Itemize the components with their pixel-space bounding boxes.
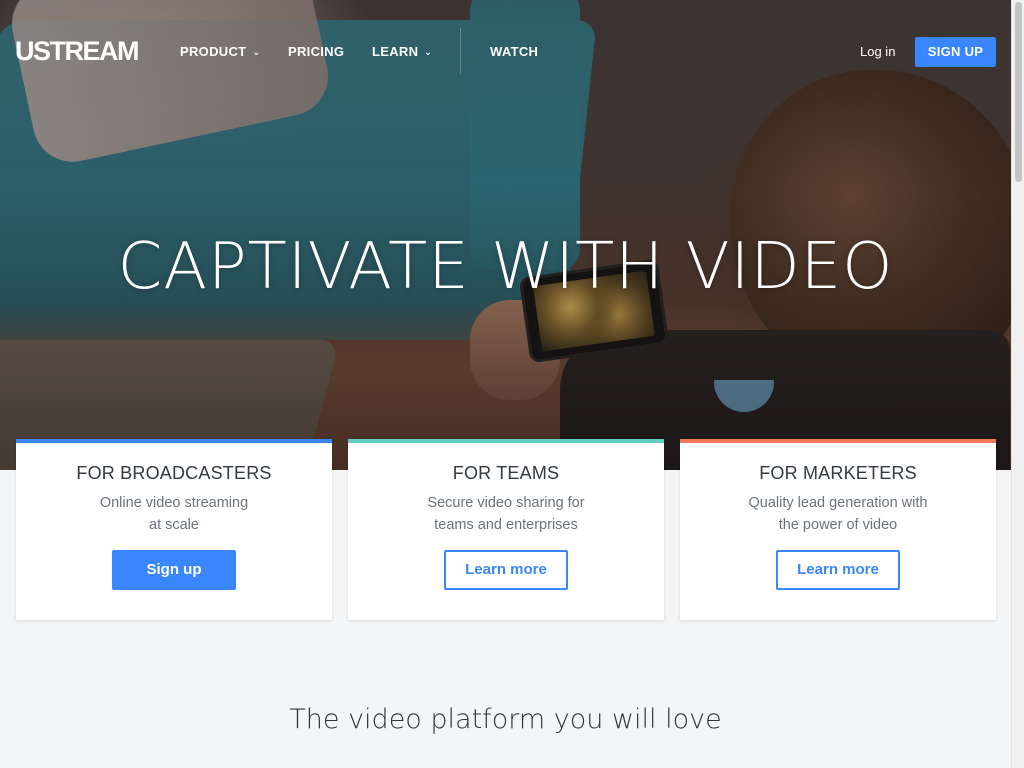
section-title: The video platform you will love [289, 704, 722, 735]
card-broadcasters: FOR BROADCASTERS Online video streaming … [16, 439, 332, 620]
card-description: Secure video sharing for teams and enter… [368, 492, 644, 536]
card-description-line: teams and enterprises [434, 517, 578, 533]
card-description-line: Quality lead generation with [748, 495, 928, 511]
nav-item-product-label: PRODUCT [180, 44, 247, 59]
nav-item-pricing[interactable]: PRICING [288, 44, 344, 60]
card-marketers: FOR MARKETERS Quality lead generation wi… [680, 439, 996, 620]
card-accent-bar [16, 439, 332, 443]
nav-item-pricing-label: PRICING [288, 44, 345, 59]
card-accent-bar [680, 439, 996, 443]
ustream-logo[interactable]: USTREAM [15, 37, 140, 65]
chevron-down-icon: ⌄ [424, 47, 433, 57]
login-link[interactable]: Log in [860, 44, 895, 60]
nav-item-learn-label: LEARN [372, 44, 419, 59]
nav-item-watch-label: WATCH [490, 44, 539, 59]
card-description-line: the power of video [778, 517, 898, 533]
marketers-learn-more-button[interactable]: Learn more [776, 550, 900, 590]
card-title: FOR MARKETERS [759, 463, 917, 483]
card-teams: FOR TEAMS Secure video sharing for teams… [348, 439, 664, 620]
hero-headline: CAPTIVATE WITH VIDEO [117, 230, 894, 304]
nav-item-product[interactable]: PRODUCT ⌄ [180, 44, 260, 60]
scrollbar-track[interactable] [1011, 0, 1024, 768]
nav-divider [460, 28, 461, 74]
card-accent-bar [348, 439, 664, 443]
card-title: FOR BROADCASTERS [76, 463, 272, 483]
card-title: FOR TEAMS [452, 463, 560, 483]
signup-button[interactable]: SIGN UP [915, 37, 996, 67]
card-description-line: Secure video sharing for [427, 495, 585, 511]
card-description-line: at scale [149, 517, 199, 533]
card-description-line: Online video streaming [99, 495, 249, 511]
card-description: Online video streaming at scale [36, 492, 312, 536]
chevron-down-icon: ⌄ [252, 47, 261, 57]
nav-item-learn[interactable]: LEARN ⌄ [372, 44, 432, 60]
top-navigation: USTREAM PRODUCT ⌄ PRICING LEARN ⌄ WATCH Lo… [0, 0, 1011, 104]
teams-learn-more-button[interactable]: Learn more [444, 550, 568, 590]
broadcasters-signup-button[interactable]: Sign up [112, 550, 236, 590]
card-description: Quality lead generation with the power o… [700, 492, 976, 536]
scrollbar-thumb[interactable] [1015, 2, 1022, 182]
nav-item-watch[interactable]: WATCH [490, 44, 538, 60]
